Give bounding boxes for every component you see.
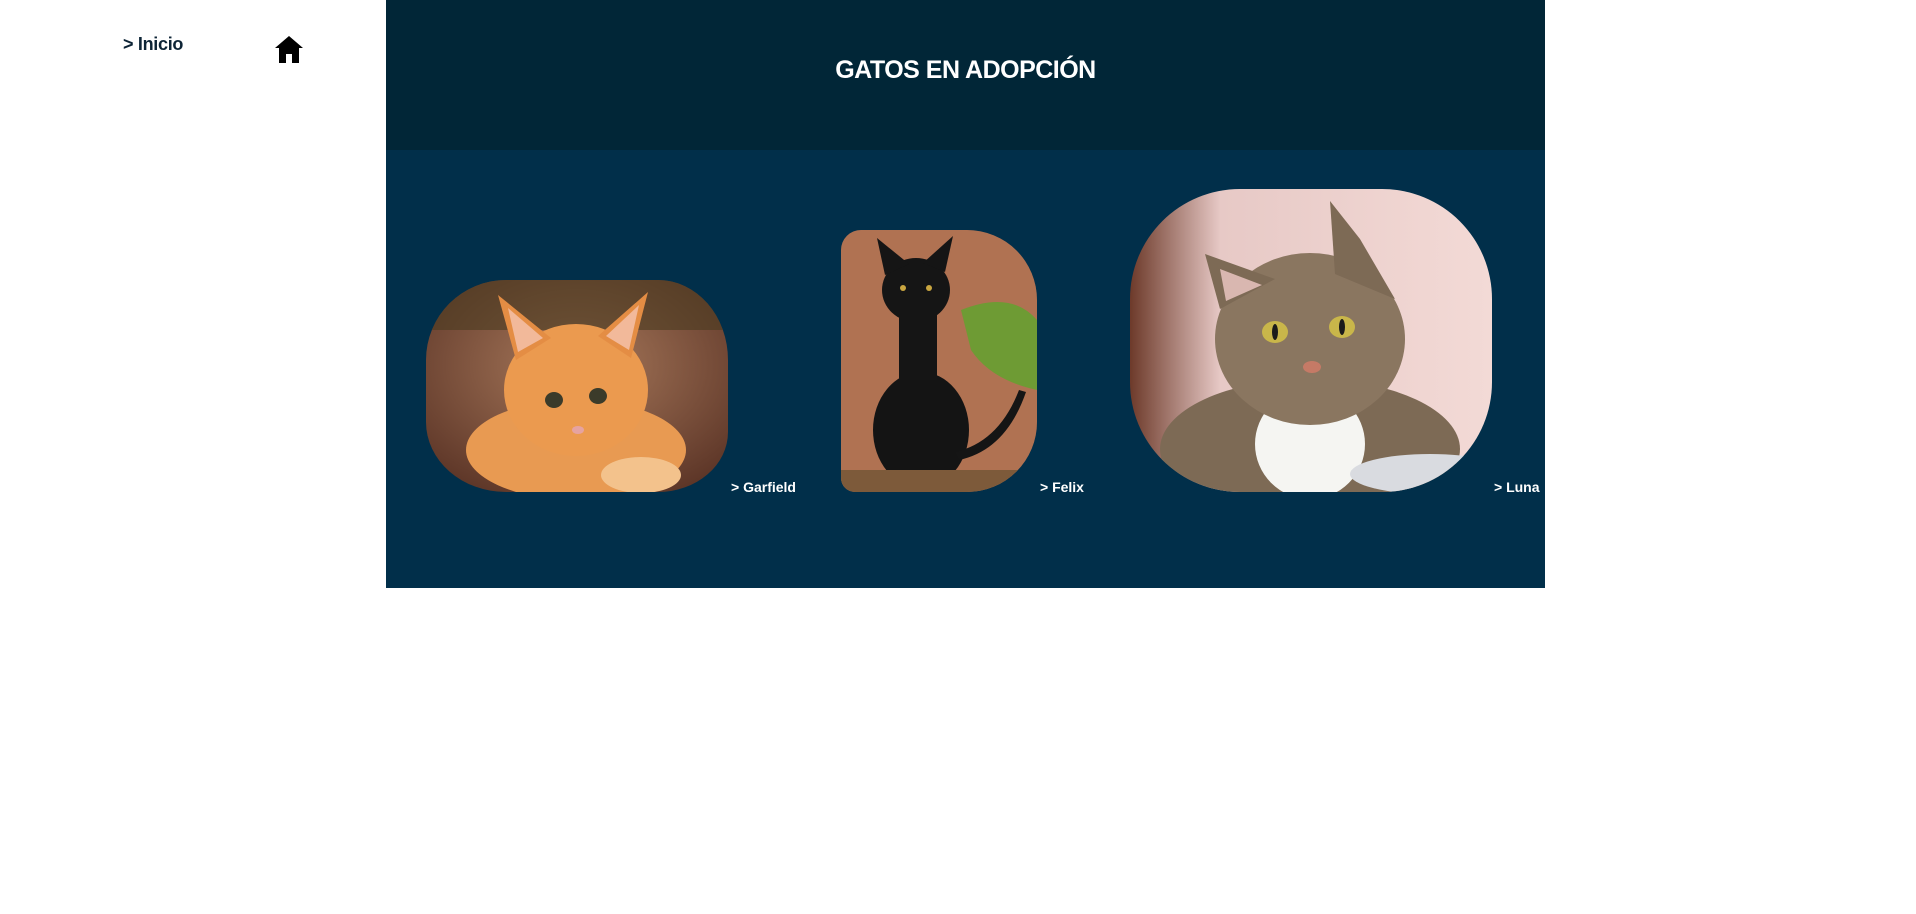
cat-photo-luna[interactable] xyxy=(1130,189,1492,492)
cat-link-garfield[interactable]: > Garfield xyxy=(731,479,796,495)
header-banner: GATOS EN ADOPCIÓN xyxy=(386,0,1545,150)
page: > Inicio GATOS EN ADOPCIÓN > Garfield > … xyxy=(0,0,1916,914)
cat-link-felix[interactable]: > Felix xyxy=(1040,479,1084,495)
page-title: GATOS EN ADOPCIÓN xyxy=(835,56,1096,84)
home-link[interactable]: > Inicio xyxy=(123,34,183,55)
cat-photo-felix[interactable] xyxy=(841,230,1037,492)
cat-link-luna[interactable]: > Luna xyxy=(1494,479,1540,495)
adoption-panel: GATOS EN ADOPCIÓN > Garfield > Felix > L… xyxy=(386,0,1545,588)
cat-photo-garfield[interactable] xyxy=(426,280,728,492)
home-icon[interactable] xyxy=(273,33,305,65)
